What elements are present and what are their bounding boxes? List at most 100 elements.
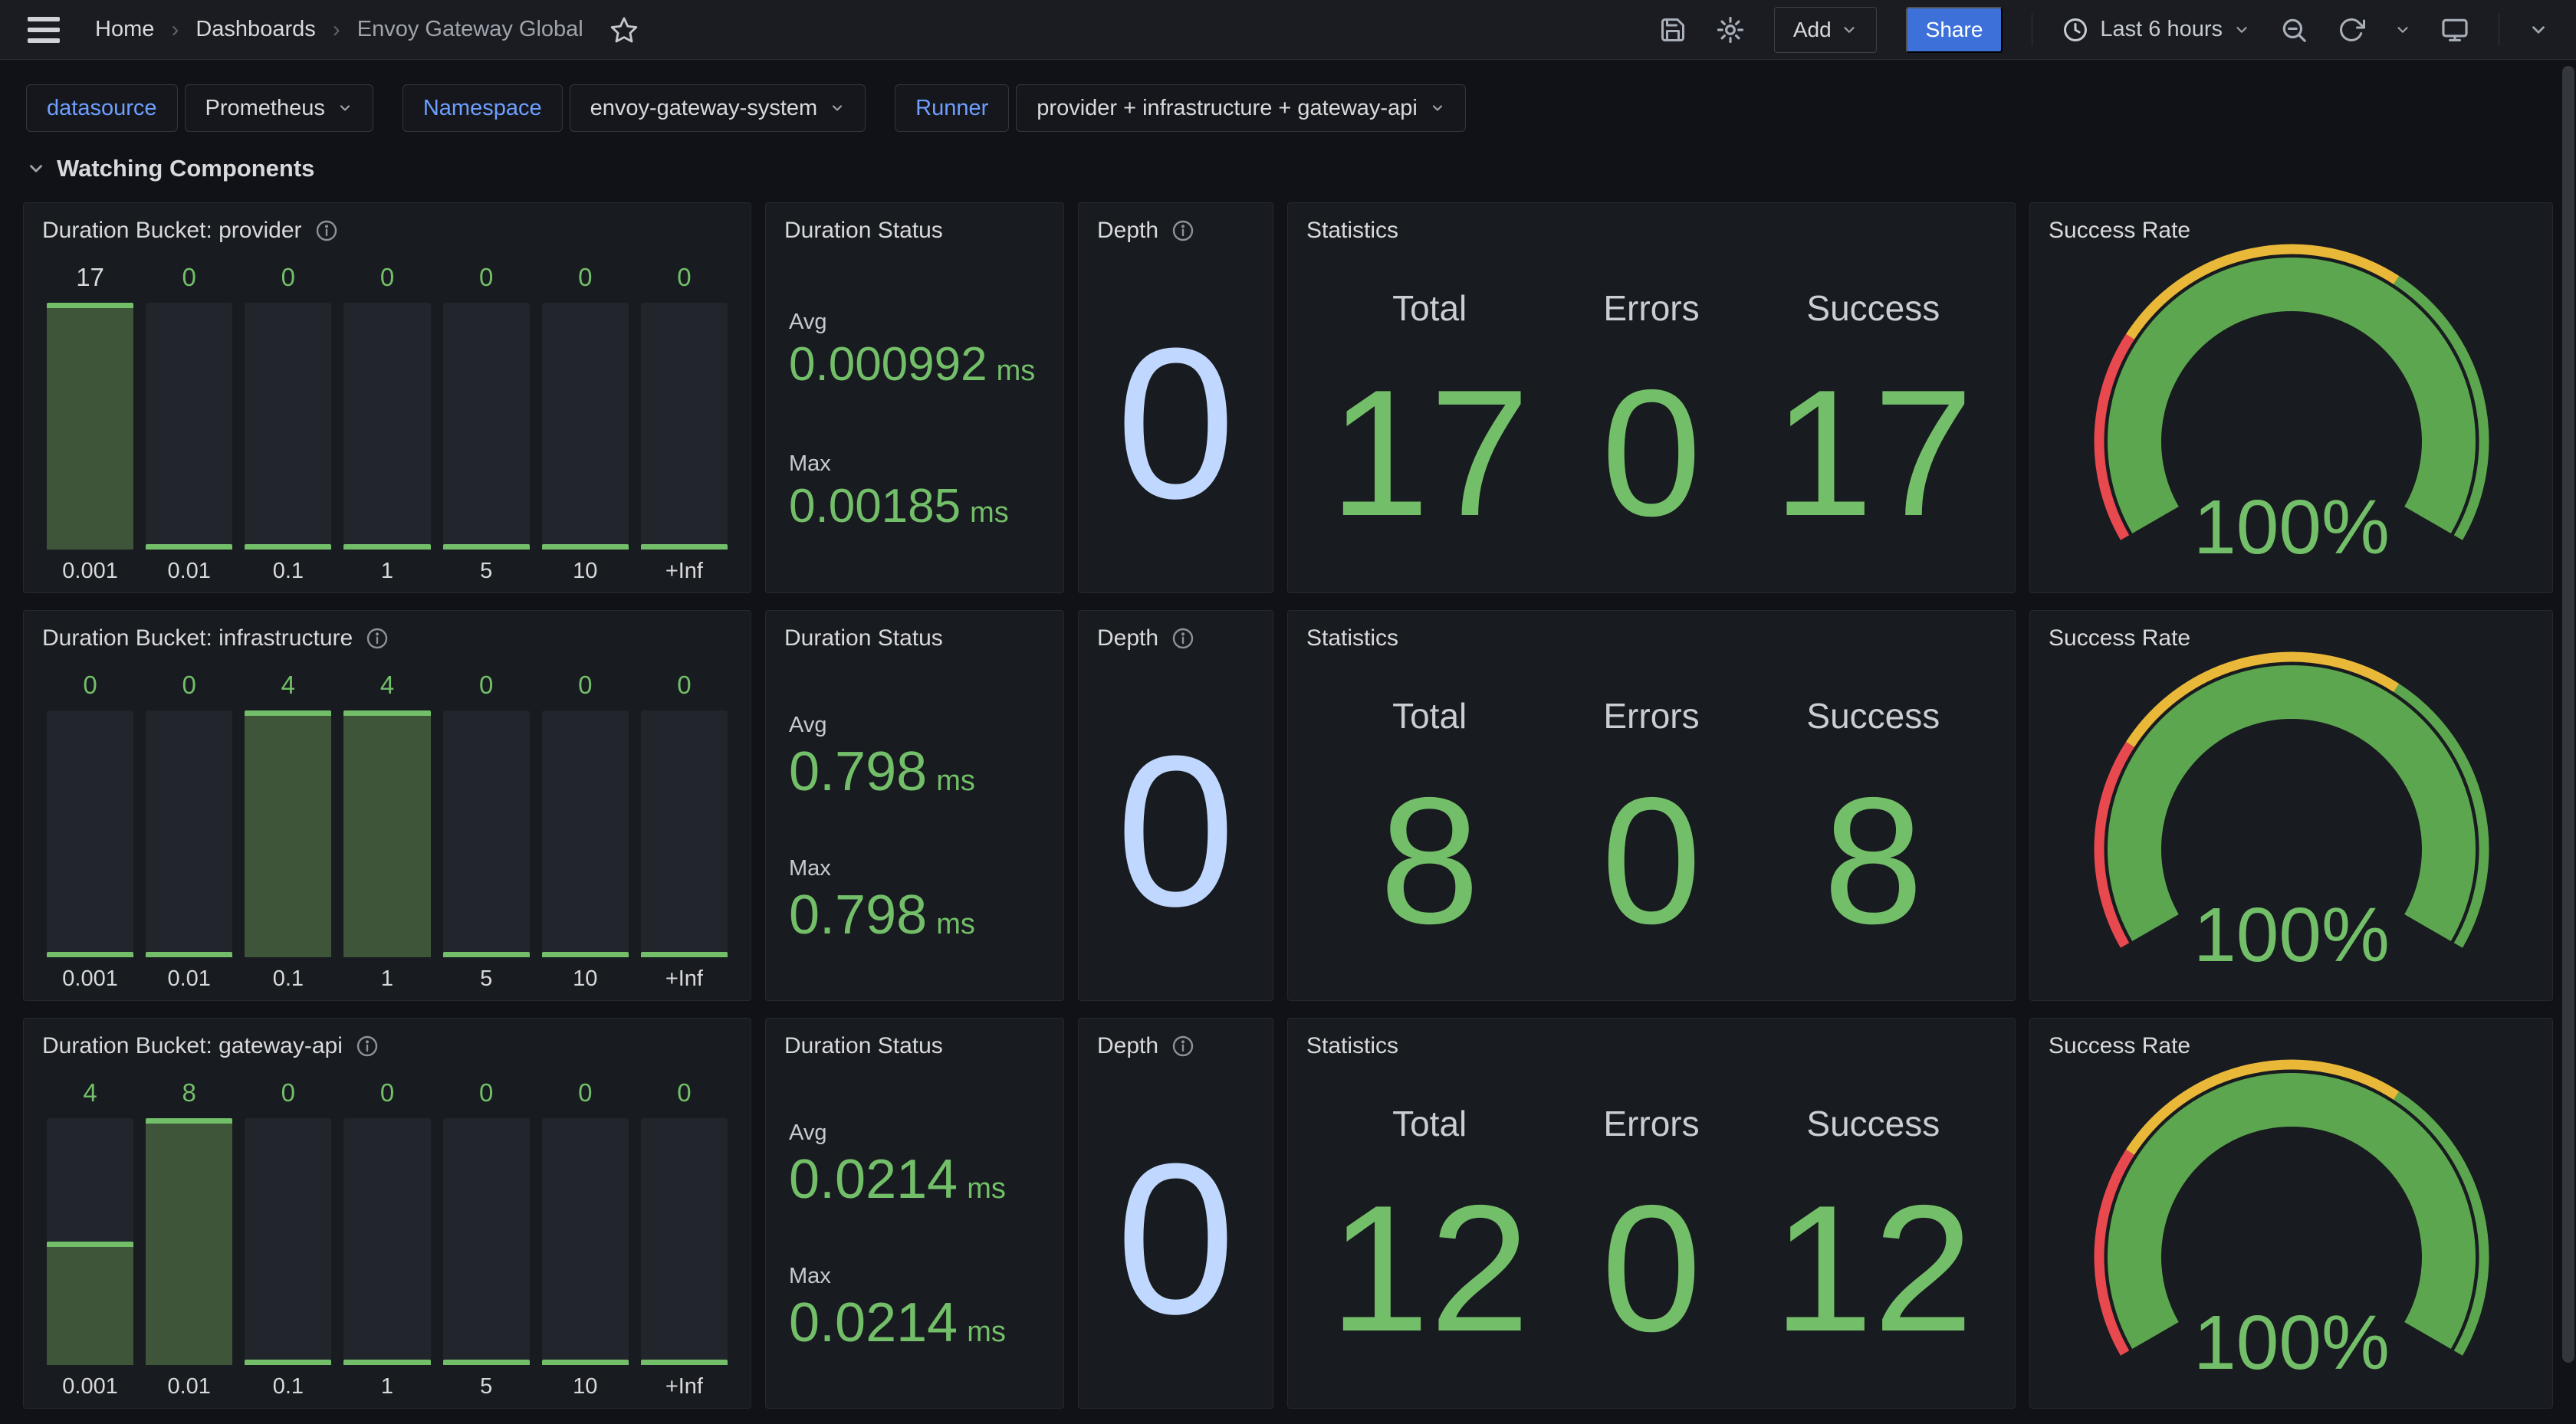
panel-duration-bucket-provider: Duration Bucket: provider 170.00100.0100… (23, 202, 751, 593)
stat-label: Total (1392, 1103, 1467, 1144)
depth-value: 0 (1116, 317, 1236, 531)
bar-value-label: 0 (542, 671, 629, 704)
breadcrumb-dashboard-title: Envoy Gateway Global (357, 17, 583, 42)
star-icon[interactable] (610, 15, 639, 44)
bucket-bar: 40.1 (245, 671, 331, 989)
bar-value-label: 0 (443, 263, 530, 297)
bar-fill (343, 710, 430, 957)
breadcrumb-separator: › (171, 17, 179, 43)
info-icon[interactable] (314, 218, 339, 243)
bar-track (443, 303, 530, 550)
bar-track (146, 303, 232, 550)
breadcrumb: Home › Dashboards › Envoy Gateway Global (95, 17, 583, 43)
add-button[interactable]: Add (1774, 7, 1877, 53)
bar-value-label: 0 (641, 1078, 728, 1112)
panel-title[interactable]: Duration Status (784, 625, 943, 651)
bar-track (146, 1118, 232, 1365)
bar-value-label: 0 (443, 1078, 530, 1112)
variable-value-dropdown[interactable]: provider + infrastructure + gateway-api (1016, 84, 1465, 132)
bar-gauge-chart: 40.00180.0100.101050100+Inf (47, 1078, 728, 1397)
refresh-icon[interactable] (2338, 16, 2365, 44)
bucket-axis-label: 0.001 (47, 550, 133, 582)
panel-title[interactable]: Statistics (1306, 1033, 1398, 1059)
bucket-bar: 00.1 (245, 263, 331, 582)
panel-title[interactable]: Depth (1097, 1033, 1158, 1059)
bucket-axis-label: 1 (343, 550, 430, 582)
bar-fill (343, 1360, 430, 1365)
kiosk-monitor-icon[interactable] (2440, 15, 2469, 44)
collapse-toolbar-chevron-icon[interactable] (2528, 20, 2548, 40)
bucket-axis-label: +Inf (641, 957, 728, 989)
variable-label: datasource (26, 84, 178, 132)
gauge-chart: 100% (2030, 648, 2552, 996)
panel-statistics: Statistics Total 12 Errors 0 Success 12 (1287, 1018, 2016, 1409)
stat-value: 17 (1773, 363, 1973, 543)
variable-value-label: provider + infrastructure + gateway-api (1037, 96, 1417, 121)
bucket-axis-label: 0.1 (245, 957, 331, 989)
gauge-svg: 100% (2062, 1056, 2522, 1403)
panel-title[interactable]: Duration Bucket: gateway-api (42, 1033, 343, 1059)
refresh-interval-chevron-icon[interactable] (2394, 21, 2411, 38)
vertical-scrollbar[interactable] (2562, 66, 2574, 1363)
chevron-down-icon (830, 100, 845, 116)
panel-title[interactable]: Duration Status (784, 218, 943, 244)
variable-value-dropdown[interactable]: envoy-gateway-system (570, 84, 866, 132)
bucket-bar: 00.01 (146, 263, 232, 582)
bar-track (641, 710, 728, 957)
stat-label: Total (1392, 287, 1467, 329)
menu-icon[interactable] (28, 17, 60, 43)
gauge-chart: 100% (2030, 240, 2552, 588)
stat-label: Errors (1603, 287, 1699, 329)
panel-title[interactable]: Depth (1097, 625, 1158, 651)
section-title: Watching Components (57, 155, 314, 182)
save-dashboard-icon[interactable] (1659, 16, 1687, 44)
bucket-axis-label: 0.1 (245, 550, 331, 582)
variable-value-dropdown[interactable]: Prometheus (185, 84, 373, 132)
max-label: Max (789, 451, 1056, 477)
panel-title[interactable]: Duration Bucket: provider (42, 218, 302, 244)
bucket-axis-label: 0.1 (245, 1365, 331, 1397)
top-nav-bar: Home › Dashboards › Envoy Gateway Global (0, 0, 2576, 60)
settings-gear-icon[interactable] (1716, 15, 1745, 44)
panel-title[interactable]: Statistics (1306, 218, 1398, 244)
bar-fill (47, 952, 133, 957)
breadcrumb-dashboards[interactable]: Dashboards (196, 17, 315, 42)
bar-value-label: 4 (245, 671, 331, 704)
info-icon[interactable] (365, 626, 389, 651)
stat-total: Total 8 (1319, 655, 1540, 1000)
zoom-out-icon[interactable] (2279, 15, 2308, 44)
bucket-bar: 01 (343, 263, 430, 582)
bucket-axis-label: 0.01 (146, 1365, 232, 1397)
share-button[interactable]: Share (1906, 7, 2003, 53)
breadcrumb-separator: › (333, 17, 340, 43)
panel-title[interactable]: Duration Bucket: infrastructure (42, 625, 353, 651)
breadcrumb-home[interactable]: Home (95, 17, 154, 42)
time-range-picker[interactable]: Last 6 hours (2062, 16, 2250, 44)
bar-value-label: 0 (146, 263, 232, 297)
bar-track (343, 1118, 430, 1365)
add-button-label: Add (1793, 18, 1832, 42)
bucket-bar: 010 (542, 263, 629, 582)
panel-title[interactable]: Statistics (1306, 625, 1398, 651)
bar-value-label: 0 (343, 263, 430, 297)
gauge-svg: 100% (2062, 648, 2522, 995)
bucket-bar: 0+Inf (641, 1078, 728, 1397)
info-icon[interactable] (1171, 626, 1195, 651)
bar-fill (641, 952, 728, 957)
bar-track (641, 303, 728, 550)
panel-success-rate: Success Rate 100% (2029, 1018, 2553, 1409)
bar-track (443, 1118, 530, 1365)
info-icon[interactable] (1171, 218, 1195, 243)
bar-value-label: 0 (343, 1078, 430, 1112)
chevron-down-icon (1841, 21, 1858, 38)
bar-fill (443, 1360, 530, 1365)
panel-title[interactable]: Depth (1097, 218, 1158, 244)
bar-track (245, 1118, 331, 1365)
info-icon[interactable] (1171, 1034, 1195, 1058)
info-icon[interactable] (355, 1034, 380, 1058)
row-watching-components[interactable]: Watching Components (26, 155, 2550, 182)
panel-title[interactable]: Duration Status (784, 1033, 943, 1059)
panel-depth: Depth 0 (1078, 1018, 1273, 1409)
bar-fill (146, 1118, 232, 1365)
stat-label: Success (1806, 695, 1940, 737)
